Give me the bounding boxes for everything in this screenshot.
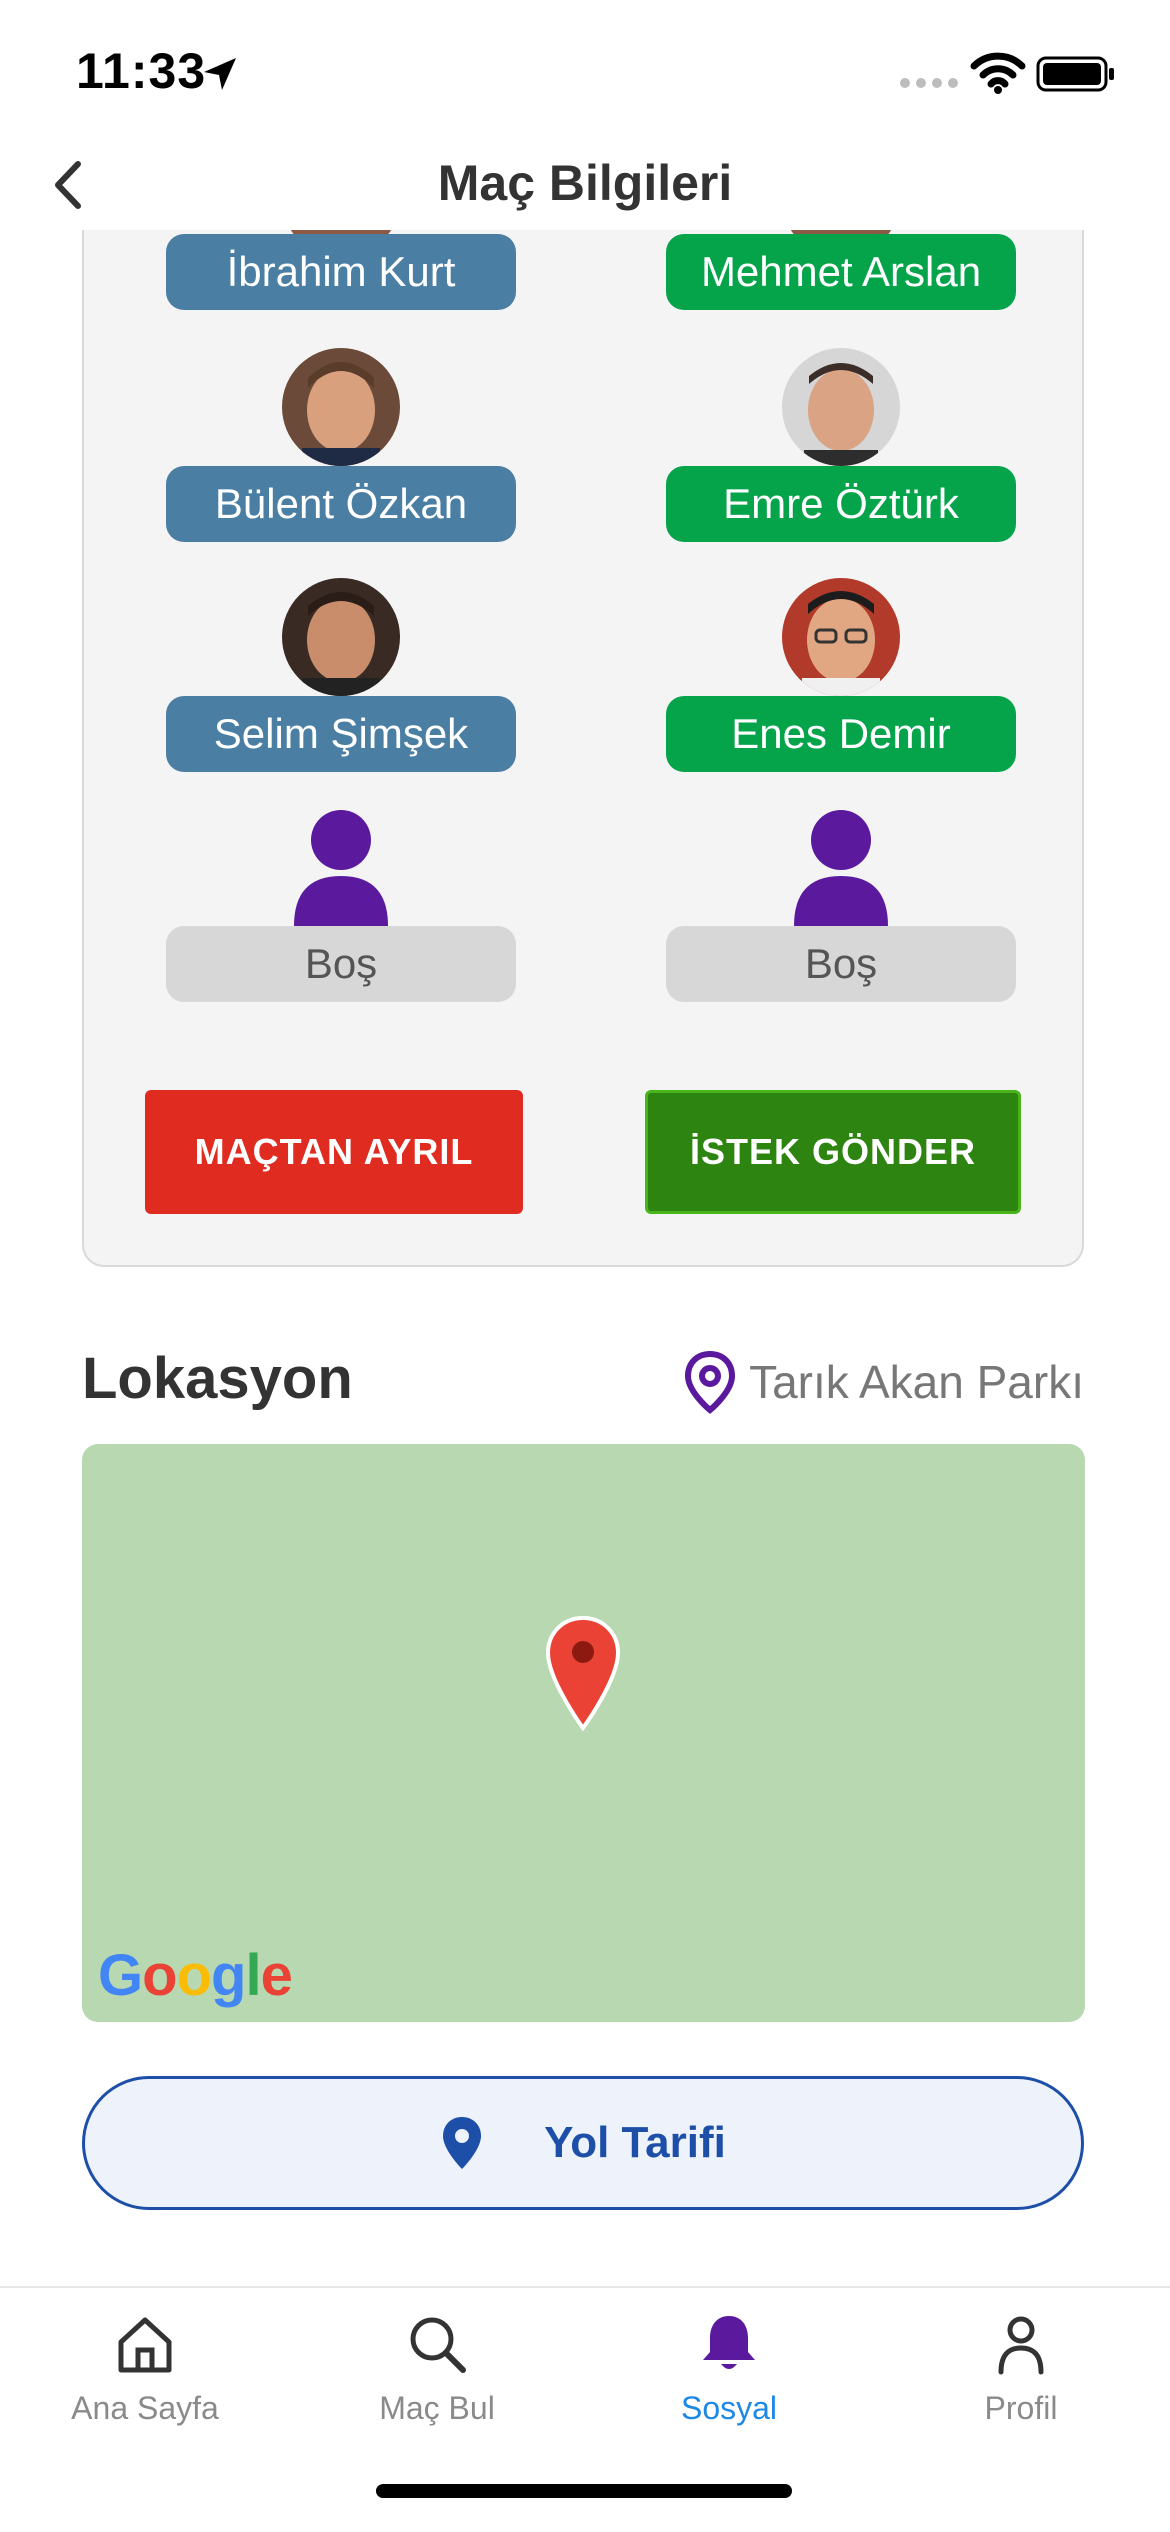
send-request-button[interactable]: İSTEK GÖNDER xyxy=(645,1090,1021,1214)
cellular-signal-icon xyxy=(900,78,958,88)
player-name-pill: Enes Demir xyxy=(666,696,1016,772)
directions-button[interactable]: Yol Tarifi xyxy=(82,2076,1084,2210)
tab-social[interactable]: Sosyal xyxy=(604,2312,854,2427)
player-name-pill: Selim Şimşek xyxy=(166,696,516,772)
player-name-pill: Boş xyxy=(666,926,1016,1002)
map-marker-icon[interactable] xyxy=(544,1614,622,1732)
nav-header: Maç Bilgileri xyxy=(0,140,1170,230)
location-place-name: Tarık Akan Parkı xyxy=(749,1356,1084,1408)
player-name-pill: Bülent Özkan xyxy=(166,466,516,542)
home-icon xyxy=(118,2317,172,2373)
player-avatar xyxy=(782,348,900,466)
status-bar: 11:33 xyxy=(0,0,1170,140)
map-view[interactable]: Google xyxy=(82,1444,1085,2022)
person-icon xyxy=(998,2316,1044,2375)
tab-find-match[interactable]: Maç Bul xyxy=(312,2312,562,2427)
location-place: Tarık Akan Parkı xyxy=(683,1350,1084,1414)
tab-label: Sosyal xyxy=(680,2390,778,2426)
leave-match-button[interactable]: MAÇTAN AYRIL xyxy=(145,1090,523,1214)
directions-label: Yol Tarifi xyxy=(544,2118,726,2167)
player-avatar xyxy=(282,578,400,696)
empty-person-icon xyxy=(794,810,888,926)
player-name-pill: Boş xyxy=(166,926,516,1002)
player-name-pill: Emre Öztürk xyxy=(666,466,1016,542)
player-name-pill: İbrahim Kurt xyxy=(166,234,516,310)
empty-person-icon xyxy=(294,810,388,926)
home-indicator[interactable] xyxy=(376,2484,792,2498)
search-icon xyxy=(410,2317,466,2373)
player-avatar xyxy=(282,348,400,466)
location-pin-icon xyxy=(685,1350,736,1414)
location-title: Lokasyon xyxy=(82,1346,353,1411)
player-name-pill: Mehmet Arslan xyxy=(666,234,1016,310)
wifi-icon xyxy=(970,52,1026,94)
location-pin-icon xyxy=(443,2117,482,2169)
tab-label: Profil xyxy=(984,2390,1058,2426)
tab-profile[interactable]: Profil xyxy=(896,2312,1146,2427)
tab-label: Ana Sayfa xyxy=(71,2390,219,2426)
tab-home[interactable]: Ana Sayfa xyxy=(20,2312,270,2427)
status-time: 11:33 xyxy=(76,43,207,99)
google-logo: Google xyxy=(98,1943,293,2008)
location-arrow-icon xyxy=(204,58,236,90)
bell-icon xyxy=(703,2316,755,2369)
tab-label: Maç Bul xyxy=(379,2390,495,2426)
battery-icon xyxy=(1036,56,1114,92)
page-title: Maç Bilgileri xyxy=(437,155,733,211)
player-avatar xyxy=(782,578,900,696)
